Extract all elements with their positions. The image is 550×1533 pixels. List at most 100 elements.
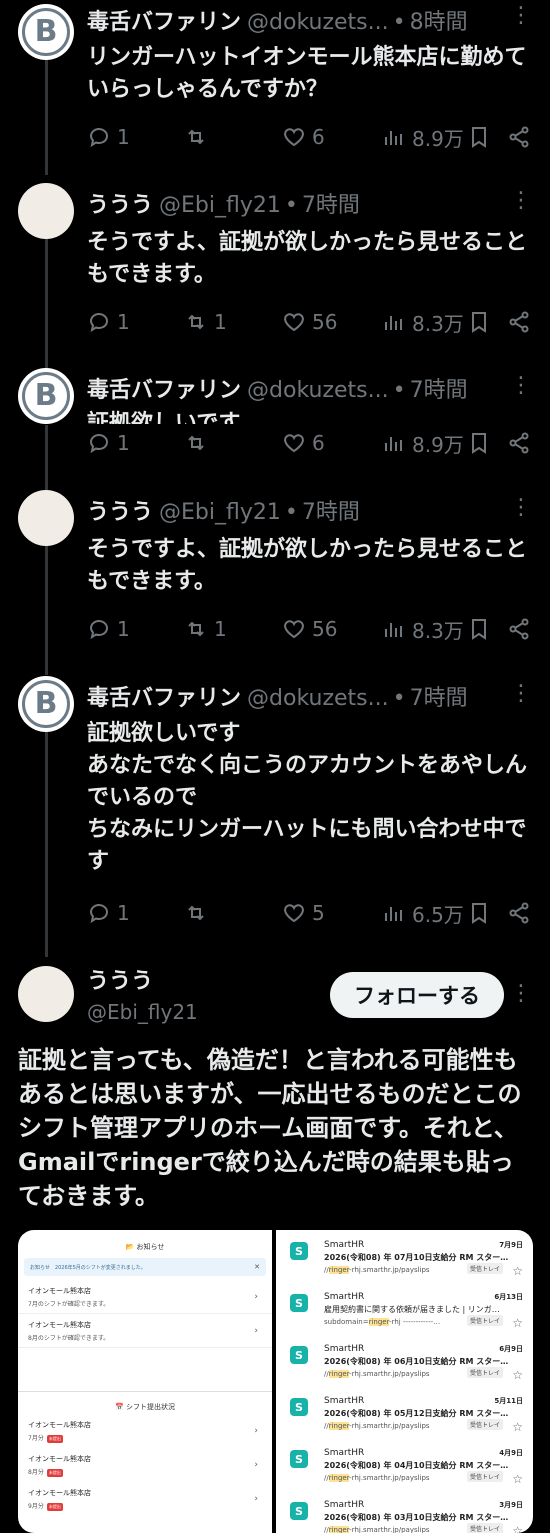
email-row[interactable]: S SmartHR 4月9日 2026(令和08) 年 04月10日支給分 RM スタ… bbox=[276, 1438, 533, 1490]
tweet[interactable]: B 毒舌バファリン @dokuzets... • 7時間 ⋮ 証拠欲しいです 1… bbox=[0, 360, 550, 470]
retweet-button[interactable]: 1 bbox=[184, 307, 227, 337]
reply-count: 1 bbox=[117, 901, 130, 925]
tweet[interactable]: ううう @Ebi_fly21 • 7時間 ⋮ そうですよ、証拠が欲しかったら見せ… bbox=[0, 482, 550, 657]
avatar[interactable]: B bbox=[18, 368, 74, 424]
bookmark-button[interactable] bbox=[467, 614, 491, 644]
reply-button[interactable]: 1 bbox=[87, 307, 130, 337]
display-name[interactable]: 毒舌バファリン bbox=[87, 372, 241, 404]
timestamp[interactable]: 7時間 bbox=[410, 680, 468, 712]
submission-item[interactable]: イオンモール熊本店 8月分 未提出 › bbox=[18, 1448, 272, 1482]
views-icon bbox=[385, 131, 402, 145]
display-name[interactable]: 毒舌バファリン bbox=[87, 680, 241, 712]
retweet-button[interactable] bbox=[184, 898, 208, 928]
avatar[interactable] bbox=[18, 490, 74, 546]
user-handle[interactable]: @Ebi_fly21 bbox=[159, 193, 281, 218]
share-button[interactable] bbox=[507, 428, 531, 458]
media-grid[interactable]: 📂 お知らせ お知らせ 2026年5月のシフトが変更されました。 ✕ イオンモール… bbox=[18, 1230, 533, 1533]
retweet-icon bbox=[188, 129, 204, 145]
email-row[interactable]: S SmartHR 6月9日 2026(令和08) 年 06月10日支給分 RM スタ… bbox=[276, 1334, 533, 1386]
more-icon[interactable]: ⋮ bbox=[510, 982, 532, 1006]
views-count: 6.5万 bbox=[412, 902, 464, 927]
email-row[interactable]: S SmartHR 3月9日 2026(令和08) 年 03月10日支給分 RM スタ… bbox=[276, 1490, 533, 1533]
bookmark-button[interactable] bbox=[467, 428, 491, 458]
retweet-count: 1 bbox=[214, 617, 227, 641]
main-display-name[interactable]: ううう bbox=[87, 963, 153, 995]
more-icon[interactable]: ⋮ bbox=[510, 4, 532, 28]
display-name[interactable]: 毒舌バファリン bbox=[87, 4, 241, 36]
views-button[interactable]: 8.3万 bbox=[382, 614, 464, 644]
bookmark-button[interactable] bbox=[467, 122, 491, 152]
heart-icon bbox=[284, 434, 304, 453]
action-bar: 1 1 56 8.3万 bbox=[87, 307, 532, 337]
avatar[interactable]: B bbox=[18, 4, 74, 60]
more-icon[interactable]: ⋮ bbox=[510, 682, 532, 706]
share-button[interactable] bbox=[507, 614, 531, 644]
notice-item[interactable]: イオンモール熊本店 8月のシフトが確認できます。 › bbox=[18, 1314, 272, 1348]
share-button[interactable] bbox=[507, 307, 531, 337]
more-icon[interactable]: ⋮ bbox=[510, 374, 532, 398]
retweet-button[interactable]: 1 bbox=[184, 614, 227, 644]
user-handle[interactable]: @dokuzets... bbox=[247, 378, 389, 403]
chevron-right-icon: › bbox=[254, 1292, 258, 1302]
tweet[interactable]: B 毒舌バファリン @dokuzets... • 8時間 ⋮ リンガーハットイオ… bbox=[0, 0, 550, 165]
timestamp[interactable]: 7時間 bbox=[410, 372, 468, 404]
email-row[interactable]: S SmartHR 7月9日 2026(令和08) 年 07月10日支給分 RM スタ… bbox=[276, 1230, 533, 1282]
share-button[interactable] bbox=[507, 898, 531, 928]
reply-button[interactable]: 1 bbox=[87, 428, 130, 458]
more-icon[interactable]: ⋮ bbox=[510, 189, 532, 213]
tweet[interactable]: ううう @Ebi_fly21 • 7時間 ⋮ そうですよ、証拠が欲しかったら見せ… bbox=[0, 175, 550, 350]
views-button[interactable]: 6.5万 bbox=[382, 898, 464, 928]
avatar[interactable]: B bbox=[18, 676, 74, 732]
tweet[interactable]: B 毒舌バファリン @dokuzets... • 7時間 ⋮ 証拠欲しいです あ… bbox=[0, 668, 550, 938]
user-handle[interactable]: @dokuzets... bbox=[247, 10, 389, 35]
tweet-text: 証拠欲しいです bbox=[87, 411, 241, 424]
tweet-text: そうですよ、証拠が欲しかったら見せることもできます。 bbox=[87, 537, 528, 594]
timestamp[interactable]: 7時間 bbox=[302, 187, 360, 219]
tweet-text: リンガーハットイオンモール熊本店に勤めていらっしゃるんですか？ bbox=[87, 45, 527, 102]
star-icon: ☆ bbox=[512, 1368, 523, 1382]
timestamp[interactable]: 7時間 bbox=[302, 494, 360, 526]
display-name[interactable]: ううう bbox=[87, 494, 153, 526]
email-row[interactable]: S SmartHR 5月11日 2026(令和08) 年 05月12日支給分 RM ス… bbox=[276, 1386, 533, 1438]
views-button[interactable]: 8.9万 bbox=[382, 428, 464, 458]
like-count: 5 bbox=[312, 901, 325, 925]
share-icon bbox=[509, 902, 529, 924]
user-handle[interactable]: @Ebi_fly21 bbox=[159, 500, 281, 525]
star-icon: ☆ bbox=[512, 1524, 523, 1533]
gmail-screenshot[interactable]: S SmartHR 7月9日 2026(令和08) 年 07月10日支給分 RM スタ… bbox=[276, 1230, 533, 1533]
main-avatar[interactable] bbox=[18, 966, 74, 1022]
follow-button[interactable]: フォローする bbox=[330, 972, 504, 1018]
views-button[interactable]: 8.3万 bbox=[382, 307, 464, 337]
reply-button[interactable]: 1 bbox=[87, 898, 130, 928]
like-button[interactable]: 56 bbox=[282, 614, 337, 644]
timestamp[interactable]: 8時間 bbox=[410, 4, 468, 36]
bookmark-button[interactable] bbox=[467, 307, 491, 337]
like-button[interactable]: 6 bbox=[282, 122, 325, 152]
reply-button[interactable]: 1 bbox=[87, 122, 130, 152]
tweet-text: そうですよ、証拠が欲しかったら見せることもできます。 bbox=[87, 230, 528, 287]
main-user-handle[interactable]: @Ebi_fly21 bbox=[87, 1000, 198, 1024]
user-handle[interactable]: @dokuzets... bbox=[247, 686, 389, 711]
like-button[interactable]: 56 bbox=[282, 307, 337, 337]
reply-button[interactable]: 1 bbox=[87, 614, 130, 644]
display-name[interactable]: ううう bbox=[87, 187, 153, 219]
bookmark-icon bbox=[472, 433, 486, 454]
views-button[interactable]: 8.9万 bbox=[382, 122, 464, 152]
submission-item[interactable]: イオンモール熊本店 7月分 未提出 › bbox=[18, 1414, 272, 1448]
like-button[interactable]: 6 bbox=[282, 428, 325, 458]
tweet-header: 毒舌バファリン @dokuzets... • 7時間 bbox=[87, 372, 510, 404]
submission-item[interactable]: イオンモール熊本店 9月分 未提出 › bbox=[18, 1482, 272, 1516]
notice-item[interactable]: イオンモール熊本店 7月のシフトが確認できます。 › bbox=[18, 1280, 272, 1314]
more-icon[interactable]: ⋮ bbox=[510, 496, 532, 520]
like-button[interactable]: 5 bbox=[282, 898, 325, 928]
retweet-button[interactable] bbox=[184, 122, 208, 152]
heart-icon bbox=[284, 313, 304, 332]
retweet-button[interactable] bbox=[184, 428, 208, 458]
avatar[interactable] bbox=[18, 183, 74, 239]
heart-icon bbox=[284, 904, 304, 923]
like-count: 56 bbox=[312, 617, 338, 641]
shift-app-screenshot[interactable]: 📂 お知らせ お知らせ 2026年5月のシフトが変更されました。 ✕ イオンモール… bbox=[18, 1230, 272, 1533]
bookmark-button[interactable] bbox=[467, 898, 491, 928]
email-row[interactable]: S SmartHR 6月13日 雇用契約書に関する依頼が届きました | リンガ… sub… bbox=[276, 1282, 533, 1334]
share-button[interactable] bbox=[507, 122, 531, 152]
